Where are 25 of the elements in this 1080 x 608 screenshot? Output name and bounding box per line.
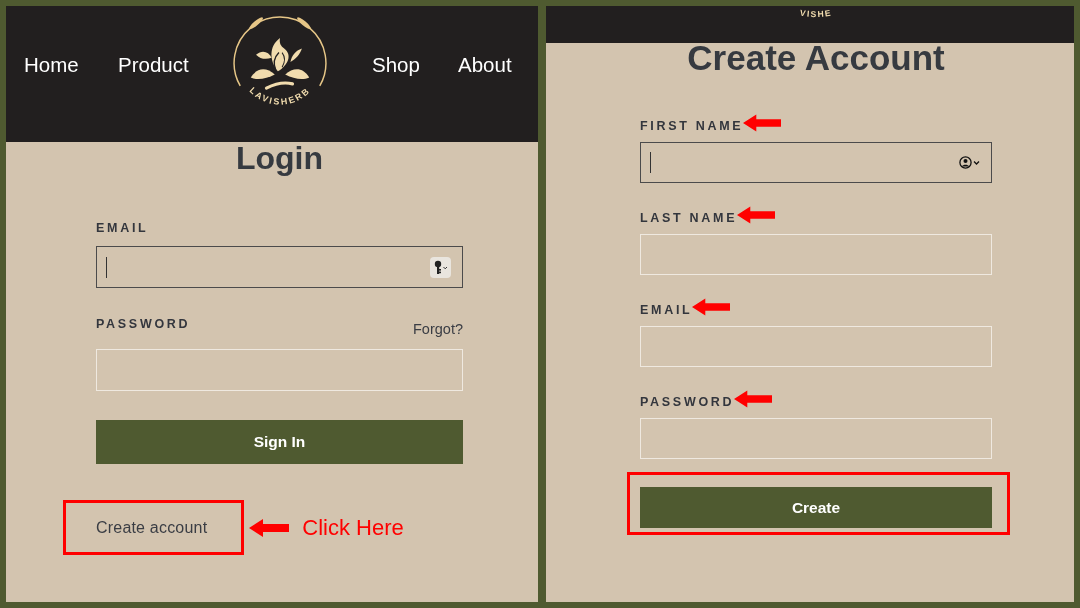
sign-in-button[interactable]: Sign In [96, 420, 463, 464]
input-field[interactable] [96, 246, 463, 288]
page-title: Create Account [687, 43, 945, 73]
text-cursor-icon [106, 256, 107, 278]
text-cursor-icon [650, 152, 651, 173]
field-label: FIRST NAME [640, 119, 744, 133]
nav-link[interactable]: Home [24, 53, 79, 77]
person-icon[interactable] [959, 156, 981, 169]
key-icon[interactable] [430, 256, 451, 278]
callout-text: Click Here [302, 514, 404, 541]
field-label: PASSWORD [640, 395, 735, 409]
create-account-link[interactable]: Create account [96, 518, 208, 537]
nav-link[interactable]: Product [118, 53, 189, 77]
logo-text: VISHE [799, 7, 833, 20]
nav-link[interactable]: Shop [372, 53, 420, 77]
nav-link[interactable]: About [458, 53, 512, 77]
field-label: EMAIL [96, 221, 149, 235]
input-field[interactable] [640, 142, 992, 183]
create-button[interactable]: Create [640, 487, 992, 528]
forgot-link[interactable]: Forgot? [413, 321, 463, 338]
page-title: Login [235, 142, 324, 174]
field-label: PASSWORD [96, 317, 191, 331]
left-arrow-icon [249, 518, 290, 537]
field-label: EMAIL [640, 303, 693, 317]
field-label: LAST NAME [640, 211, 738, 225]
